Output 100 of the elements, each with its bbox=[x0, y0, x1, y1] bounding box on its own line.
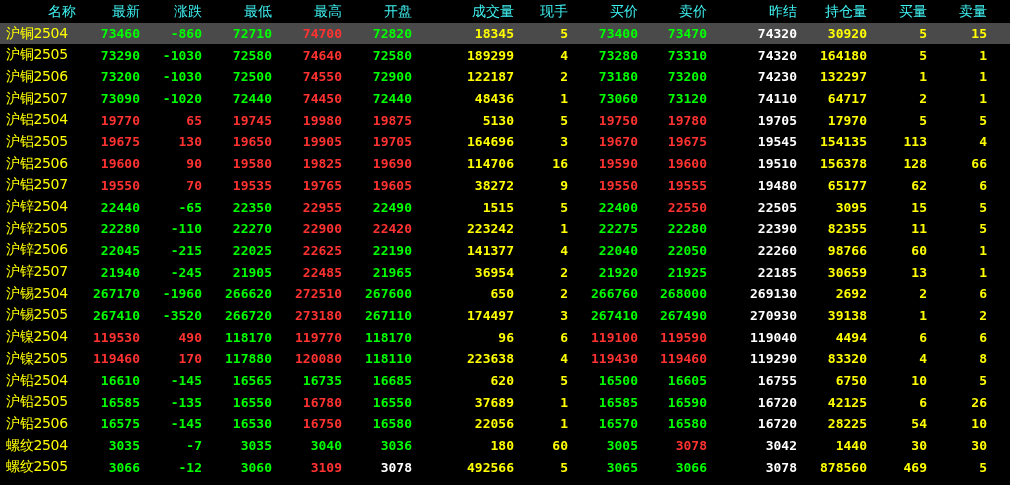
table-cell: 3078 bbox=[675, 438, 707, 454]
table-cell: -145 bbox=[170, 373, 202, 389]
table-cell: 267600 bbox=[365, 286, 412, 302]
column-header[interactable]: 开盘 bbox=[384, 2, 412, 21]
table-cell: 73060 bbox=[598, 91, 638, 107]
table-cell: 5 bbox=[560, 459, 568, 475]
quote-row[interactable]: 沪锌2505 22280 -110 22270 22900 22420 223242 1 22275 22280 22390 82355 11 5 bbox=[0, 217, 1010, 240]
table-cell: 19605 bbox=[372, 177, 412, 193]
table-cell: 119460 bbox=[93, 351, 140, 367]
table-cell: 119430 bbox=[591, 351, 638, 367]
quote-row[interactable]: 沪铝2505 19675 130 19650 19905 19705 164696 3 19670 19675 19545 154135 113 4 bbox=[0, 131, 1010, 153]
contract-name: 沪锌2504 bbox=[5, 198, 68, 217]
table-cell: 22485 bbox=[302, 264, 342, 280]
table-cell: 4 bbox=[560, 351, 568, 367]
table-cell: 48436 bbox=[474, 91, 514, 107]
table-cell: 19590 bbox=[598, 156, 638, 172]
table-cell: 16720 bbox=[757, 394, 797, 410]
quote-row[interactable]: 沪铝2504 19770 65 19745 19980 19875 5130 5 19750 19780 19705 17970 5 5 bbox=[0, 109, 1010, 132]
table-cell: 73310 bbox=[667, 47, 707, 63]
table-cell: 3040 bbox=[310, 438, 342, 454]
quote-row[interactable]: 沪锌2504 22440 -65 22350 22955 22490 1515 5 22400 22550 22505 3095 15 5 bbox=[0, 196, 1010, 218]
contract-name: 沪铜2506 bbox=[5, 67, 68, 86]
contract-name: 沪锡2505 bbox=[5, 306, 68, 325]
table-cell: 65 bbox=[186, 112, 202, 128]
table-cell: 22025 bbox=[232, 242, 272, 258]
contract-name: 沪镍2505 bbox=[5, 349, 68, 368]
quote-row[interactable]: 沪铜2505 73290 -1030 72580 74640 72580 189299 4 73280 73310 74320 164180 5 1 bbox=[0, 44, 1010, 67]
table-cell: 266620 bbox=[225, 286, 272, 302]
table-cell: 174497 bbox=[467, 307, 514, 323]
column-header[interactable]: 昨结 bbox=[769, 2, 797, 21]
quote-row[interactable]: 沪铅2506 16575 -145 16530 16750 16580 22056 1 16570 16580 16720 28225 54 10 bbox=[0, 413, 1010, 435]
table-cell: 19765 bbox=[302, 177, 342, 193]
table-cell: 74640 bbox=[302, 47, 342, 63]
column-header[interactable]: 最低 bbox=[244, 2, 272, 21]
table-cell: 19705 bbox=[372, 134, 412, 150]
table-cell: 98766 bbox=[827, 242, 867, 258]
quote-row[interactable]: 沪锡2505 267410 -3520 266720 273180 267110 174497 3 267410 267490 270930 39138 1 2 bbox=[0, 304, 1010, 327]
quote-row[interactable]: 沪铅2505 16585 -135 16550 16780 16550 37689 1 16585 16590 16720 42125 6 26 bbox=[0, 391, 1010, 414]
table-cell: 128 bbox=[903, 156, 927, 172]
table-cell: 164696 bbox=[467, 134, 514, 150]
table-cell: 2 bbox=[560, 69, 568, 85]
column-header[interactable]: 买量 bbox=[899, 2, 927, 21]
table-cell: 16585 bbox=[100, 394, 140, 410]
table-cell: 119530 bbox=[93, 329, 140, 345]
quote-row[interactable]: 螺纹2504 3035 -7 3035 3040 3036 180 60 3005 3078 3042 1440 30 30 bbox=[0, 434, 1010, 457]
table-cell: 272510 bbox=[295, 286, 342, 302]
column-header[interactable]: 最新 bbox=[112, 2, 140, 21]
table-cell: 3066 bbox=[108, 459, 140, 475]
quote-row[interactable]: 沪铅2504 16610 -145 16565 16735 16685 620 5 16500 16605 16755 6750 10 5 bbox=[0, 369, 1010, 392]
column-header[interactable]: 涨跌 bbox=[174, 2, 202, 21]
quote-row[interactable]: 沪镍2504 119530 490 118170 119770 118170 96 6 119100 119590 119040 4494 6 6 bbox=[0, 326, 1010, 348]
table-cell: 3035 bbox=[240, 438, 272, 454]
quote-row[interactable]: 沪铜2504 73460 -860 72710 74700 72820 18345 5 73400 73470 74320 30920 5 15 bbox=[0, 22, 1010, 45]
table-cell: 19780 bbox=[667, 112, 707, 128]
table-cell: 22490 bbox=[372, 199, 412, 215]
column-header[interactable]: 买价 bbox=[610, 2, 638, 21]
column-header[interactable]: 卖价 bbox=[679, 2, 707, 21]
table-cell: 72580 bbox=[372, 47, 412, 63]
contract-name: 沪铝2506 bbox=[5, 154, 68, 173]
table-cell: 21920 bbox=[598, 264, 638, 280]
table-cell: 6 bbox=[919, 394, 927, 410]
table-cell: 73460 bbox=[100, 26, 140, 42]
table-cell: 22280 bbox=[667, 221, 707, 237]
contract-name: 沪铜2505 bbox=[5, 46, 68, 65]
quote-row[interactable]: 沪铜2506 73200 -1030 72500 74550 72900 122187 2 73180 73200 74230 132297 1 1 bbox=[0, 66, 1010, 88]
quote-row[interactable]: 沪铜2507 73090 -1020 72440 74450 72440 48436 1 73060 73120 74110 64717 2 1 bbox=[0, 87, 1010, 110]
column-header[interactable]: 最高 bbox=[314, 2, 342, 21]
table-cell: 266720 bbox=[225, 307, 272, 323]
table-cell: -7 bbox=[186, 438, 202, 454]
table-cell: 21905 bbox=[232, 264, 272, 280]
quote-row[interactable]: 沪镍2505 119460 170 117880 120080 118110 223638 4 119430 119460 119290 83320 4 8 bbox=[0, 348, 1010, 370]
table-cell: 19510 bbox=[757, 156, 797, 172]
contract-name: 沪铝2505 bbox=[5, 132, 68, 151]
column-header[interactable]: 持仓量 bbox=[825, 2, 867, 21]
table-cell: 19600 bbox=[667, 156, 707, 172]
column-header[interactable]: 成交量 bbox=[472, 2, 514, 21]
table-cell: 1 bbox=[919, 69, 927, 85]
quote-row[interactable]: 沪铝2506 19600 90 19580 19825 19690 114706 16 19590 19600 19510 156378 128 66 bbox=[0, 152, 1010, 175]
table-cell: 268000 bbox=[660, 286, 707, 302]
table-cell: 22900 bbox=[302, 221, 342, 237]
quote-row[interactable]: 沪铝2507 19550 70 19535 19765 19605 38272 9 19550 19555 19480 65177 62 6 bbox=[0, 174, 1010, 197]
table-cell: 22050 bbox=[667, 242, 707, 258]
column-header[interactable]: 现手 bbox=[540, 2, 568, 21]
table-cell: 19825 bbox=[302, 156, 342, 172]
table-cell: 5 bbox=[979, 459, 987, 475]
quote-row[interactable]: 沪锌2507 21940 -245 21905 22485 21965 36954 2 21920 21925 22185 30659 13 1 bbox=[0, 261, 1010, 283]
column-header[interactable]: 卖量 bbox=[959, 2, 987, 21]
contract-name: 沪铅2505 bbox=[5, 393, 68, 412]
column-header[interactable]: 名称 bbox=[48, 2, 76, 21]
table-cell: -135 bbox=[170, 394, 202, 410]
table-cell: 16780 bbox=[302, 394, 342, 410]
table-cell: 16720 bbox=[757, 416, 797, 432]
table-cell: 30659 bbox=[827, 264, 867, 280]
table-cell: 19905 bbox=[302, 134, 342, 150]
table-cell: 11 bbox=[911, 221, 927, 237]
table-cell: 22400 bbox=[598, 199, 638, 215]
quote-row[interactable]: 沪锌2506 22045 -215 22025 22625 22190 141377 4 22040 22050 22260 98766 60 1 bbox=[0, 239, 1010, 262]
quote-row[interactable]: 螺纹2505 3066 -12 3060 3109 3078 492566 5 3065 3066 3078 878560 469 5 bbox=[0, 456, 1010, 479]
table-cell: 16580 bbox=[372, 416, 412, 432]
quote-row[interactable]: 沪锡2504 267170 -1960 266620 272510 267600 650 2 266760 268000 269130 2692 2 6 bbox=[0, 282, 1010, 305]
